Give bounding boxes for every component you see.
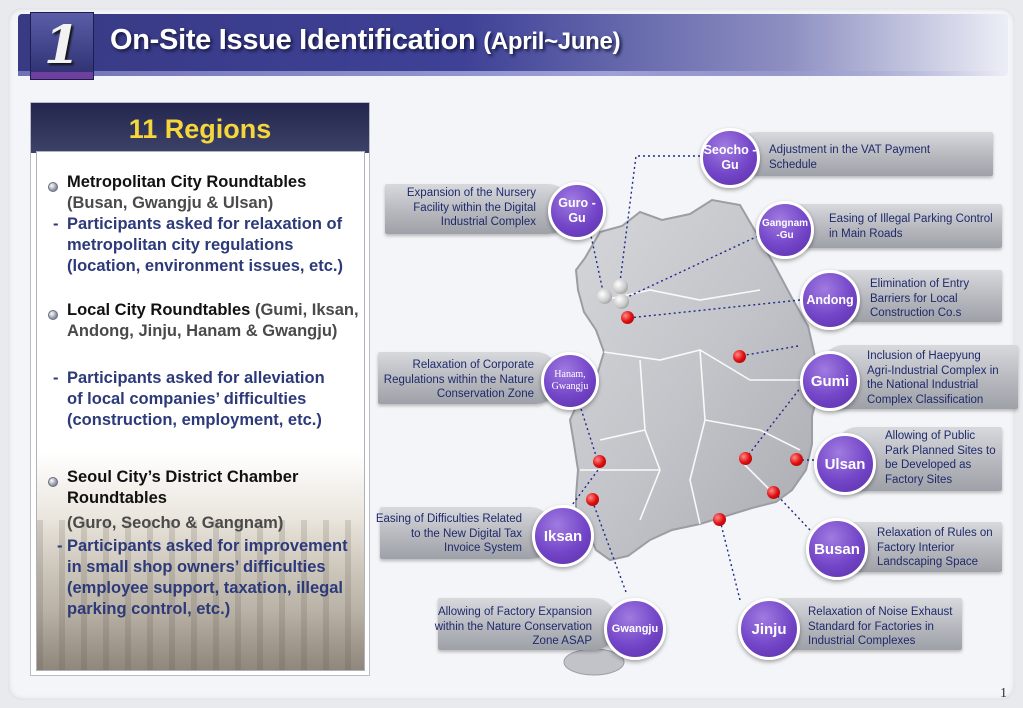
page-number: 1 [1000, 686, 1007, 701]
ulsan-label: Ulsan [824, 455, 866, 473]
iksan-badge: Iksan [532, 505, 594, 567]
gangnam-badge: Gangnam -Gu [756, 201, 814, 259]
ulsan-issue: Allowing of Public Park Planned Sites to… [885, 430, 996, 486]
jinju-marker [713, 513, 726, 526]
hanam-marker [621, 311, 634, 324]
ulsan-marker [790, 453, 803, 466]
seocho-marker [613, 279, 628, 294]
busan-marker [767, 486, 780, 499]
iksan-label: Iksan [543, 527, 583, 545]
ulsan-badge: Ulsan [814, 433, 876, 495]
iksan-issue: Easing of Difficulties Related to the Ne… [375, 513, 522, 554]
busan-label: Busan [814, 540, 860, 558]
gwangju-issue: Allowing of Factory Expansion within the… [434, 606, 592, 647]
jinju-badge: Jinju [738, 598, 800, 660]
hanam-label: Hanam, Gwangju [551, 369, 589, 392]
hanam-badge: Hanam, Gwangju [541, 352, 599, 410]
jinju-label: Jinju [751, 620, 787, 638]
gumi-issue: Inclusion of Haepyung Agri-Industrial Co… [867, 350, 999, 406]
seocho-label: Seocho -Gu [703, 143, 757, 172]
iksan-marker [593, 455, 606, 468]
gangnam-issue: Easing of Illegal Parking Control in Mai… [829, 213, 993, 240]
andong-marker [733, 350, 746, 363]
gwangju-marker [586, 493, 599, 506]
seocho-badge: Seocho -Gu [700, 128, 760, 188]
busan-issue: Relaxation of Rules on Factory Interior … [877, 527, 993, 568]
gangnam-label: Gangnam -Gu [761, 218, 809, 241]
gwangju-badge: Gwangju [604, 598, 666, 660]
guro-label: Guro -Gu [558, 196, 596, 225]
andong-issue: Elimination of Entry Barriers for Local … [870, 278, 970, 319]
andong-label: Andong [806, 293, 854, 307]
gumi-badge: Gumi [800, 351, 860, 411]
hanam-issue: Relaxation of Corporate Regulations with… [383, 359, 534, 400]
busan-badge: Busan [806, 518, 868, 580]
guro-issue: Expansion of the Nursery Facility within… [406, 187, 536, 228]
guro-marker [597, 289, 612, 304]
gangnam-marker [614, 294, 629, 309]
andong-badge: Andong [800, 270, 860, 330]
gwangju-label: Gwangju [611, 623, 659, 635]
jinju-issue: Relaxation of Noise Exhaust Standard for… [808, 606, 953, 647]
guro-badge: Guro -Gu [548, 182, 606, 240]
seocho-issue: Adjustment in the VAT Payment Schedule [769, 144, 931, 171]
gumi-marker [739, 452, 752, 465]
gumi-label: Gumi [810, 372, 850, 390]
